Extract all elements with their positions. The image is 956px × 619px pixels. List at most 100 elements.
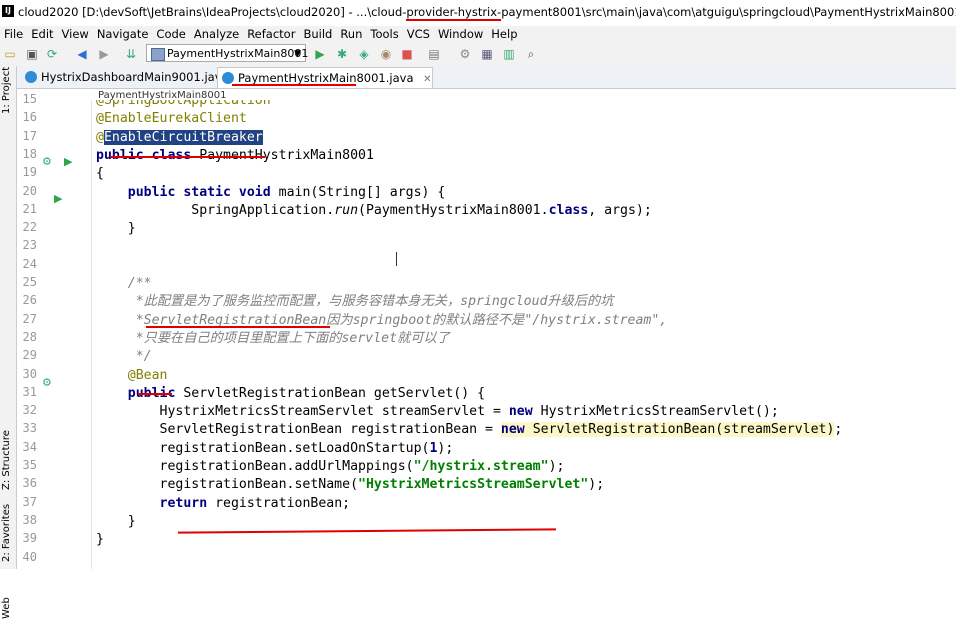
- build-icon[interactable]: ⇊: [124, 47, 138, 61]
- back-icon[interactable]: ◀: [75, 47, 89, 61]
- layout-icon[interactable]: ▤: [427, 47, 441, 61]
- save-icon[interactable]: ▣: [25, 47, 39, 61]
- favorites-tool-button[interactable]: 2: Favorites: [1, 504, 12, 562]
- code-line[interactable]: registrationBean.addUrlMappings("/hystri…: [96, 458, 565, 476]
- spring-bean-icon[interactable]: ⚙: [42, 155, 52, 168]
- code-line[interactable]: {: [96, 165, 104, 183]
- settings-icon[interactable]: ⚙: [458, 47, 472, 61]
- menu-item-navigate[interactable]: Navigate: [97, 26, 149, 42]
- code-token: /**: [96, 276, 152, 291]
- project-tool-button[interactable]: 1: Project: [1, 67, 12, 114]
- code-line[interactable]: @EnableCircuitBreaker: [96, 129, 263, 147]
- line-number: 33: [22, 421, 37, 436]
- menu-item-code[interactable]: Code: [156, 26, 185, 42]
- menu-item-refactor[interactable]: Refactor: [247, 26, 295, 42]
- menu-item-build[interactable]: Build: [303, 26, 332, 42]
- code-line[interactable]: }: [96, 513, 136, 531]
- code-line[interactable]: *只要在自己的项目里配置上下面的servlet就可以了: [96, 330, 450, 348]
- editor-tabs: HystrixDashboardMain9001.java ✕ PaymentH…: [17, 66, 956, 89]
- web-tool-button[interactable]: Web: [1, 597, 12, 619]
- profile-icon[interactable]: ◉: [379, 47, 393, 61]
- annotation-underline: [110, 156, 265, 158]
- code-editor[interactable]: @SpringBootApplication @EnableEurekaClien…: [96, 100, 956, 569]
- toolbar: ▭ ▣ ⟳ ◀ ▶ ⇊ PaymentHystrixMain8001 ▼ ▶ ✱…: [0, 42, 956, 67]
- project-structure-icon[interactable]: ▦: [480, 47, 494, 61]
- comment-underline: [146, 326, 330, 328]
- debug-icon[interactable]: ✱: [335, 47, 349, 61]
- run-method-icon[interactable]: ▶: [54, 192, 62, 205]
- code-line[interactable]: @EnableEurekaClient: [96, 110, 247, 128]
- line-number: 30: [22, 366, 37, 381]
- line-number: 36: [22, 476, 37, 491]
- code-token: );: [548, 459, 565, 474]
- coverage-icon[interactable]: ◈: [357, 47, 371, 61]
- line-number: 39: [22, 531, 37, 546]
- menu-item-vcs[interactable]: VCS: [407, 26, 430, 42]
- folder-open-icon[interactable]: ▭: [3, 47, 17, 61]
- menu-item-view[interactable]: View: [62, 26, 89, 42]
- search-icon[interactable]: ⌕: [524, 47, 538, 61]
- code-token: );: [437, 440, 454, 456]
- menu-item-run[interactable]: Run: [340, 26, 362, 42]
- menu-item-edit[interactable]: Edit: [31, 26, 53, 42]
- code-token: */: [96, 349, 152, 365]
- code-token: ServletRegistrationBean registrationBean…: [96, 422, 501, 438]
- code-token: HystrixMetricsStreamServlet();: [540, 404, 779, 420]
- code-line[interactable]: HystrixMetricsStreamServlet streamServle…: [96, 403, 779, 421]
- code-line[interactable]: *此配置是为了服务监控而配置，与服务容错本身无关，springcloud升级后的…: [96, 293, 614, 311]
- code-token: , args);: [588, 202, 652, 218]
- forward-icon[interactable]: ▶: [97, 47, 111, 61]
- line-number: 25: [22, 275, 37, 289]
- menu-item-help[interactable]: Help: [491, 26, 517, 42]
- code-line[interactable]: /**: [96, 275, 152, 293]
- code-token: public static void: [127, 184, 279, 200]
- java-class-icon: [222, 72, 234, 84]
- spring-bean-icon[interactable]: ⚙: [42, 376, 52, 389]
- code-line[interactable]: registrationBean.setName("HystrixMetrics…: [96, 476, 605, 494]
- line-number: 18: [22, 146, 37, 161]
- code-line[interactable]: registrationBean.setLoadOnStartup(1);: [96, 440, 454, 458]
- window-title: cloud2020 [D:\devSoft\JetBrains\IdeaProj…: [18, 5, 956, 19]
- tab-label: HystrixDashboardMain9001.java: [41, 70, 229, 84]
- code-token: }: [96, 532, 104, 548]
- code-line[interactable]: SpringApplication.run(PaymentHystrixMain…: [96, 202, 652, 220]
- menu-item-window[interactable]: Window: [438, 26, 483, 42]
- code-token: return: [159, 495, 216, 511]
- code-line[interactable]: }: [96, 531, 104, 549]
- line-number: 28: [22, 329, 37, 344]
- tab-hystrix-dashboard[interactable]: HystrixDashboardMain9001.java ✕: [21, 67, 247, 87]
- code-token: HystrixMetricsStreamServlet streamServle…: [96, 404, 509, 420]
- stop-icon[interactable]: ■: [400, 47, 414, 61]
- code-token: @Bean: [127, 367, 168, 383]
- code-token: new: [500, 422, 533, 438]
- menu-item-tools[interactable]: Tools: [370, 26, 398, 42]
- close-icon[interactable]: ✕: [423, 74, 431, 85]
- run-configuration-select[interactable]: PaymentHystrixMain8001 ▼: [146, 44, 309, 62]
- run-icon[interactable]: ▶: [313, 47, 327, 61]
- code-line[interactable]: */: [96, 348, 152, 366]
- sdk-icon[interactable]: ▥: [502, 47, 516, 61]
- line-number: 22: [22, 220, 37, 235]
- run-class-icon[interactable]: ▶: [64, 155, 72, 168]
- code-line[interactable]: @SpringBootApplication: [96, 100, 271, 110]
- menu-item-analyze[interactable]: Analyze: [194, 26, 239, 42]
- code-token: registrationBean.setName(: [96, 477, 359, 493]
- line-number: 15: [22, 92, 37, 106]
- line-number: 16: [22, 110, 37, 125]
- code-line[interactable]: }: [96, 220, 136, 238]
- code-line[interactable]: ServletRegistrationBean registrationBean…: [96, 421, 842, 439]
- run-configuration-label: PaymentHystrixMain8001: [167, 47, 309, 60]
- code-line[interactable]: @Bean: [96, 367, 168, 385]
- code-token: }: [96, 221, 136, 237]
- code-line[interactable]: return registrationBean;: [96, 495, 351, 513]
- code-line[interactable]: public static void main(String[] args) {: [96, 184, 446, 202]
- menu-item-file[interactable]: File: [4, 26, 23, 42]
- line-number: 19: [22, 165, 37, 180]
- line-number: 26: [22, 293, 37, 308]
- code-token: registrationBean.addUrlMappings(: [96, 459, 414, 474]
- structure-tool-button[interactable]: Z: Structure: [1, 430, 12, 490]
- code-token: "HystrixMetricsStreamServlet": [358, 477, 589, 493]
- code-token: (PaymentHystrixMain8001.: [358, 202, 549, 218]
- sync-icon[interactable]: ⟳: [45, 47, 59, 61]
